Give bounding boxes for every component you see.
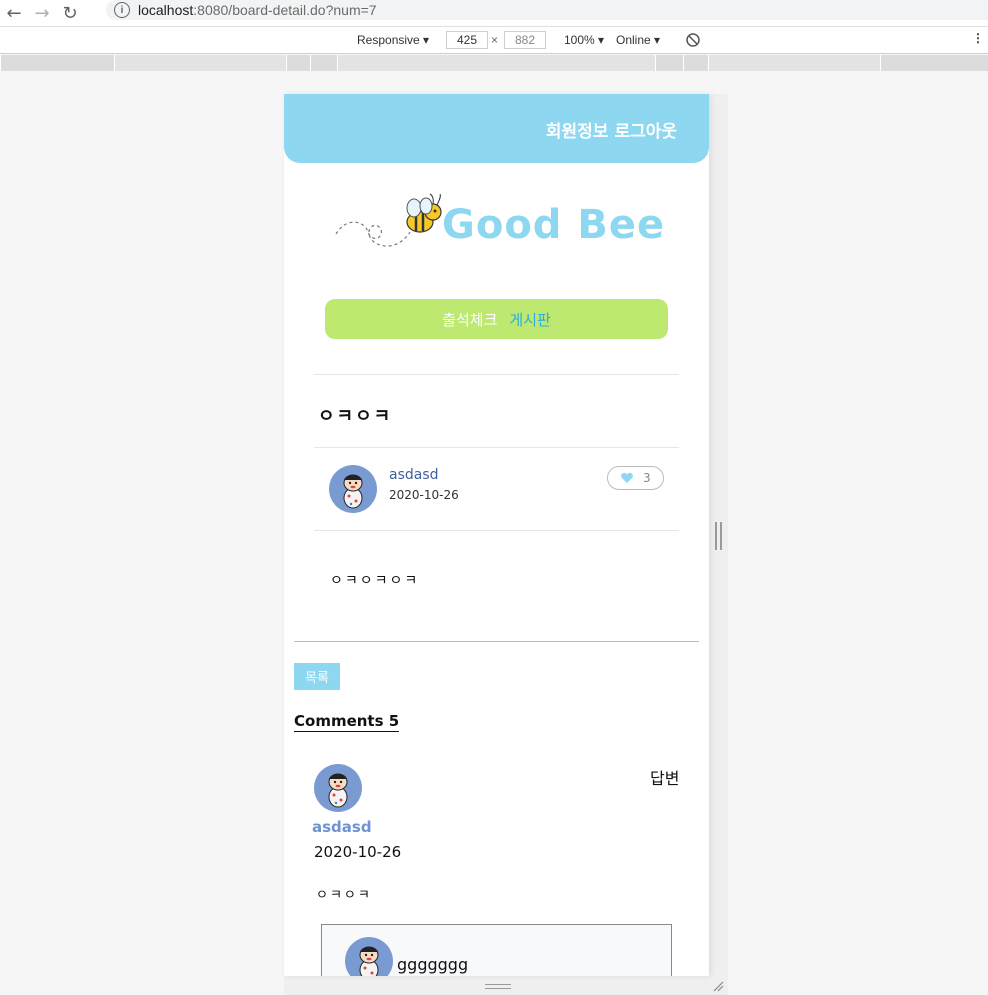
page-viewport: 회원정보 로그아웃 Good Bee 출석체크 게시판 ㅇㅋㅇㅋ asdasd 2… [284,94,709,976]
reply-button[interactable]: 답변 [650,765,679,789]
more-options-icon[interactable]: ⋮ [972,31,984,45]
forward-arrow-icon[interactable]: → [28,0,56,26]
post-title: ㅇㅋㅇㅋ [318,406,393,427]
member-info-link[interactable]: 회원정보 [546,122,609,142]
author-avatar[interactable] [329,465,377,513]
divider [314,530,679,531]
resize-handle-bottom[interactable] [284,976,728,995]
address-bar[interactable]: i localhost:8080/board-detail.do?num=7 [106,0,988,20]
divider [314,374,679,375]
resize-handle-right[interactable] [715,522,722,550]
comments-heading: Comments 5 [294,712,400,732]
dimension-separator: × [491,33,499,47]
back-arrow-icon[interactable]: ← [0,0,28,26]
comment-author[interactable]: asdasd [312,818,372,836]
rotate-icon[interactable] [685,32,701,51]
list-button[interactable]: 목록 [294,663,340,690]
comment-avatar[interactable] [314,764,362,812]
browser-toolbar: ← → ↻ i localhost:8080/board-detail.do?n… [0,0,988,26]
width-input[interactable]: 425 [446,31,488,49]
like-button[interactable]: 3 [607,466,664,490]
resize-corner-icon[interactable] [712,980,724,992]
network-select[interactable]: Online ▾ [616,33,660,47]
zoom-select[interactable]: 100% ▾ [564,33,604,47]
logout-link[interactable]: 로그아웃 [614,122,677,142]
reply-text: ggggggg [397,955,469,974]
logo-text[interactable]: Good Bee [442,202,665,248]
url-text: localhost:8080/board-detail.do?num=7 [138,2,377,18]
height-input[interactable]: 882 [504,31,546,49]
like-count: 3 [643,471,651,485]
header-menu: 회원정보 로그아웃 [540,117,677,142]
comment-text: ㅇㅋㅇㅋ [316,888,372,903]
nav-attendance-link[interactable]: 출석체크 [442,309,497,330]
post-date: 2020-10-26 [389,488,459,502]
author-name[interactable]: asdasd [389,467,439,483]
post-content: ㅇㅋㅇㅋㅇㅋ [330,573,420,589]
media-query-ruler[interactable] [0,55,988,71]
info-icon[interactable]: i [114,2,130,18]
comment-date: 2020-10-26 [314,843,402,861]
site-header: 회원정보 로그아웃 [284,94,709,163]
device-select[interactable]: Responsive ▾ [357,33,429,47]
reload-icon[interactable]: ↻ [56,0,84,26]
heart-icon [621,472,634,483]
divider [314,447,679,448]
device-toolbar: Responsive ▾ 425 × 882 100% ▾ Online ▾ ⋮ [0,26,988,54]
content-divider [294,641,699,642]
reply-thread: ggggggg [321,924,672,976]
nav-board-link[interactable]: 게시판 [509,309,550,330]
reply-avatar[interactable] [345,937,393,976]
main-nav: 출석체크 게시판 [325,299,668,339]
